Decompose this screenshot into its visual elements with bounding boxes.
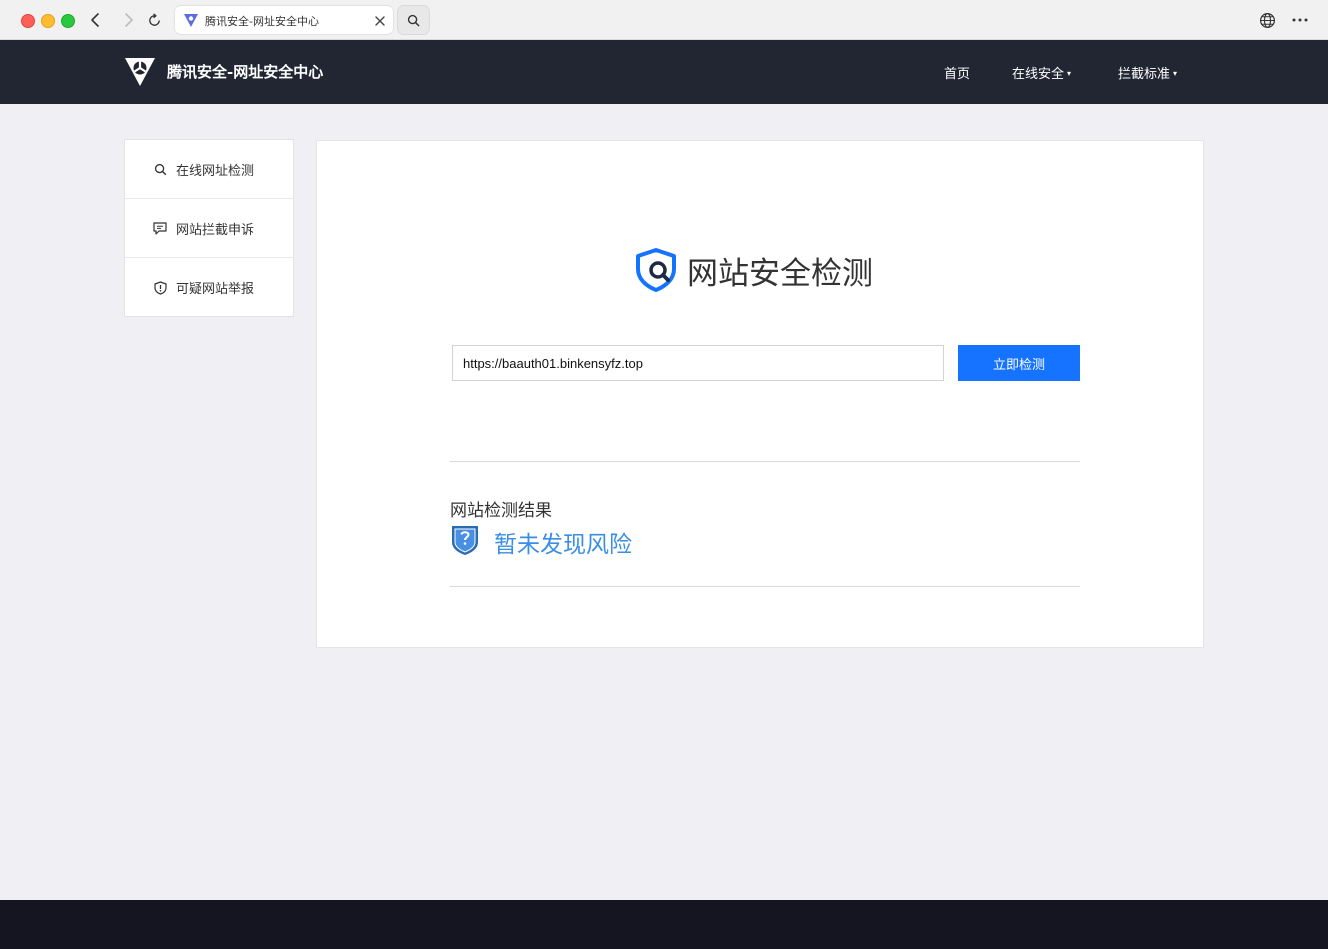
tencent-security-logo-icon[interactable] bbox=[123, 54, 157, 88]
shield-search-icon bbox=[633, 247, 679, 293]
result-heading: 网站检测结果 bbox=[450, 501, 552, 521]
close-icon[interactable] bbox=[373, 13, 387, 27]
message-icon bbox=[153, 221, 167, 235]
divider bbox=[450, 586, 1080, 587]
nav-home[interactable]: 首页 bbox=[944, 63, 970, 82]
sidebar-item-url-check[interactable]: 在线网址检测 bbox=[125, 140, 293, 199]
sidebar-item-label: 网站拦截申诉 bbox=[176, 222, 255, 238]
search-icon bbox=[153, 162, 167, 176]
site-footer bbox=[0, 900, 1328, 949]
caret-down-icon: ▾ bbox=[1067, 69, 1072, 78]
check-now-button[interactable]: 立即检测 bbox=[958, 345, 1080, 381]
shield-alert-icon bbox=[153, 280, 167, 295]
nav-interception-standard[interactable]: 拦截标准 ▾ bbox=[1118, 63, 1177, 82]
search-icon[interactable] bbox=[398, 6, 429, 34]
globe-icon[interactable] bbox=[1257, 10, 1277, 30]
forward-icon[interactable] bbox=[118, 10, 138, 30]
sidebar-item-label: 在线网址检测 bbox=[176, 163, 255, 179]
back-icon[interactable] bbox=[86, 10, 106, 30]
tencent-security-tab-icon bbox=[183, 12, 199, 28]
brand-name[interactable]: 腾讯安全-网址安全中心 bbox=[167, 61, 323, 82]
divider bbox=[450, 461, 1080, 462]
sidebar-item-appeal[interactable]: 网站拦截申诉 bbox=[125, 199, 293, 258]
browser-toolbar: 腾讯安全-网址安全中心 bbox=[0, 0, 1328, 40]
nav-online-security[interactable]: 在线安全 ▾ bbox=[1012, 63, 1071, 82]
caret-down-icon: ▾ bbox=[1173, 69, 1178, 78]
result-status: 暂未发现风险 bbox=[494, 532, 632, 558]
sidebar-item-label: 可疑网站举报 bbox=[176, 282, 255, 297]
more-icon[interactable] bbox=[1290, 10, 1310, 30]
sidebar-item-report[interactable]: 可疑网站举报 bbox=[125, 258, 293, 317]
shield-question-icon bbox=[450, 524, 480, 556]
url-input[interactable] bbox=[452, 345, 944, 381]
close-window-button[interactable] bbox=[21, 14, 35, 28]
maximize-window-button[interactable] bbox=[61, 14, 75, 28]
minimize-window-button[interactable] bbox=[41, 14, 55, 28]
browser-tab[interactable]: 腾讯安全-网址安全中心 bbox=[175, 6, 393, 34]
page-title: 网站安全检测 bbox=[687, 256, 873, 292]
site-header: 腾讯安全-网址安全中心 首页 在线安全 ▾ 拦截标准 ▾ bbox=[0, 40, 1328, 104]
sidebar: 在线网址检测 网站拦截申诉 可疑网站举报 bbox=[124, 139, 294, 317]
reload-icon[interactable] bbox=[144, 10, 164, 30]
tab-title: 腾讯安全-网址安全中心 bbox=[205, 15, 319, 28]
main-card: 网站安全检测 立即检测 网站检测结果 暂未发现风险 bbox=[316, 140, 1204, 648]
